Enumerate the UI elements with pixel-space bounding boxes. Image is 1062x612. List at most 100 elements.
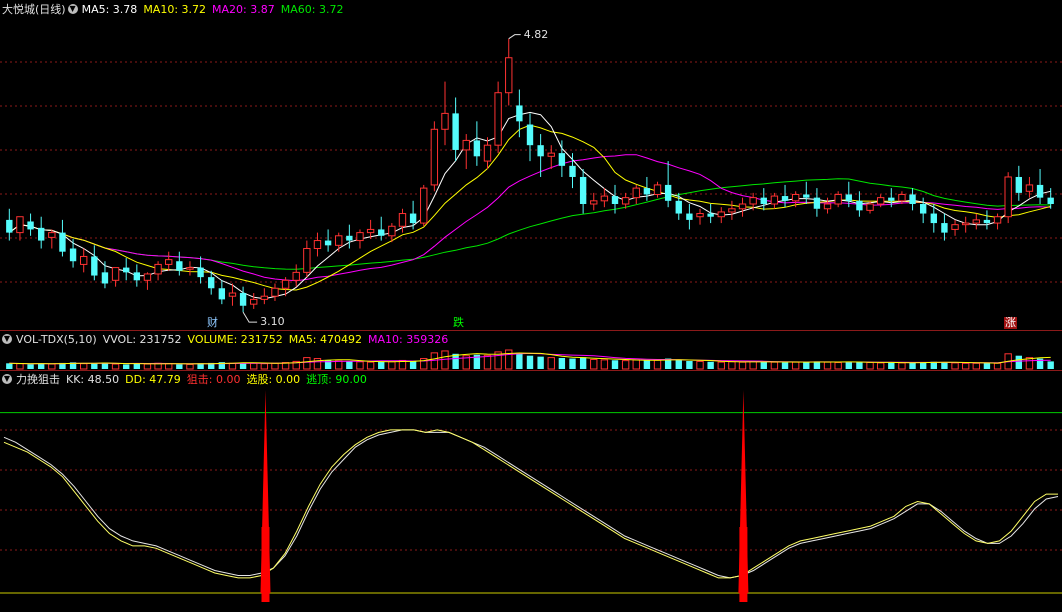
candle-body-up [250, 298, 258, 305]
candle-body-down [526, 124, 534, 146]
volume-bar-down [27, 364, 34, 369]
candle-body-up [600, 195, 609, 202]
volume-bar-down [133, 363, 141, 369]
volume-bar-down [909, 362, 916, 369]
candle-body-up [547, 152, 555, 157]
volume-bar-down [686, 361, 693, 369]
candle-body-up [154, 263, 162, 275]
volume-bar-up [632, 359, 640, 370]
volume-bar-up [111, 363, 120, 370]
candle-body-down [1036, 184, 1044, 198]
candle-body-down [569, 165, 576, 177]
candle-body-down [781, 196, 789, 201]
candle-body-down [1047, 197, 1054, 204]
candle-body-down [930, 213, 937, 224]
candle-body-up [717, 211, 725, 218]
chart-canvas[interactable] [0, 0, 1062, 612]
finance-marker[interactable]: 财 [206, 317, 219, 329]
candle-body-up [972, 219, 980, 224]
candle-body-up [356, 232, 364, 242]
volume-bar-down [675, 359, 682, 369]
volume-bar-down [558, 357, 566, 369]
candle-body-down [123, 267, 130, 273]
volume-bar-down [941, 362, 948, 369]
candle-body-down [378, 229, 385, 236]
candle-body-down [197, 267, 204, 278]
candle-body-down [909, 194, 916, 204]
candle-body-up [791, 193, 800, 202]
volume-bar-down [526, 355, 534, 369]
candle-body-up [590, 200, 598, 205]
candle-body-down [91, 256, 98, 276]
candle-body-down [346, 235, 353, 241]
volume-bar-up [717, 361, 725, 370]
candle-body-up [281, 279, 290, 289]
volume-bar-up [600, 359, 609, 370]
volume-bar-up [770, 361, 779, 370]
volume-bar-up [271, 362, 279, 370]
candle-body-down [208, 277, 215, 289]
low-price-label: 3.10 [260, 315, 285, 329]
volume-bar-up [388, 361, 396, 370]
candle-body-up [1004, 176, 1012, 218]
volume-bar-down [123, 364, 130, 369]
volume-bar-down [579, 357, 587, 369]
candle-body-up [303, 248, 311, 273]
volume-bar-up [143, 363, 152, 370]
volume-bar-up [80, 363, 88, 370]
snipe-bar [739, 527, 748, 602]
volume-bar-down [516, 352, 523, 369]
candle-body-up [728, 208, 736, 213]
candle-body-up [80, 255, 88, 265]
candle-body-up [749, 197, 757, 205]
volume-bar-up [250, 362, 258, 370]
candle-body-down [856, 200, 863, 211]
candle-body-up [866, 203, 874, 211]
candle-body-down [27, 221, 34, 230]
candle-body-up [228, 292, 237, 297]
volume-bar-up [621, 360, 630, 370]
candle-body-up [143, 273, 152, 281]
candle-body-down [558, 153, 566, 166]
volume-bar-down [378, 361, 385, 369]
candle-body-up [292, 271, 300, 281]
candle-body-up [366, 228, 375, 234]
volume-bar-up [834, 362, 842, 370]
candle-body-down [813, 197, 821, 209]
volume-bar-up [441, 350, 449, 370]
candle-body-up [876, 197, 885, 205]
candle-body-up [505, 57, 513, 94]
rise-marker[interactable]: 涨 [1004, 317, 1017, 329]
volume-bar-up [48, 363, 56, 370]
volume-bar-up [898, 362, 906, 370]
candle-body-down [611, 196, 619, 204]
candle-body-up [398, 213, 407, 227]
volume-bar-up [728, 361, 736, 370]
candle-body-down [941, 223, 948, 233]
candle-body-down [1015, 176, 1022, 193]
candle-body-up [260, 295, 269, 300]
volume-bar-down [6, 363, 13, 369]
fall-marker[interactable]: 跌 [452, 317, 465, 329]
volume-bar-up [993, 362, 1002, 370]
high-pointer-line [508, 34, 521, 40]
candle-body-down [324, 240, 332, 246]
candle-body-down [579, 176, 587, 204]
volume-bar-up [866, 362, 874, 370]
candle-body-up [165, 259, 173, 265]
candle-body-up [951, 224, 959, 230]
candle-body-up [632, 187, 640, 199]
volume-bar-up [430, 352, 439, 370]
candle-body-down [675, 200, 682, 214]
candle-body-up [313, 240, 322, 250]
volume-bar-up [738, 361, 747, 370]
candle-body-up [16, 216, 24, 234]
volume-bar-down [803, 361, 810, 369]
candle-body-down [845, 194, 852, 201]
candle-body-down [133, 272, 141, 281]
volume-bar-down [888, 362, 895, 369]
candle-body-down [452, 113, 459, 150]
volume-bar-down [611, 360, 619, 369]
volume-bar-up [483, 354, 492, 370]
volume-bar-down [346, 361, 353, 369]
